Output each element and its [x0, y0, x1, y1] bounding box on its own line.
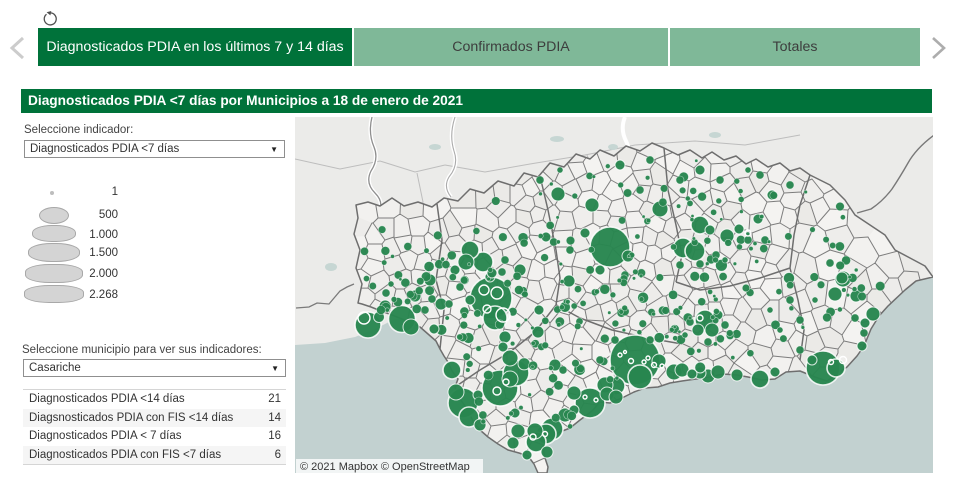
svg-text:© 2021 Mapbox © OpenStreetMap: © 2021 Mapbox © OpenStreetMap	[300, 461, 470, 473]
